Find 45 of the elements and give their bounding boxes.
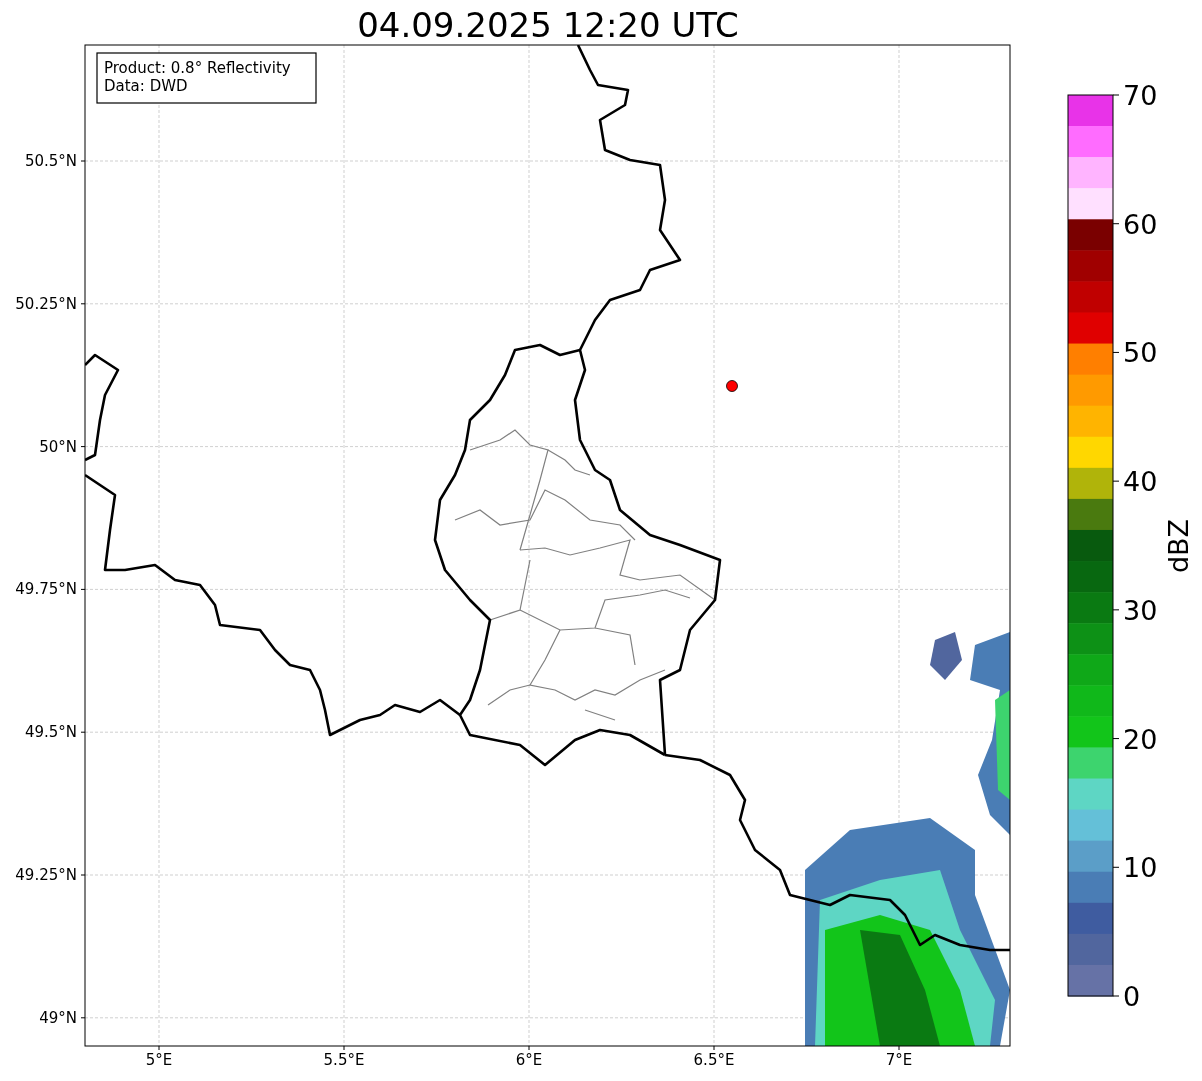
location-marker bbox=[726, 380, 738, 392]
tick-mark bbox=[1112, 995, 1120, 997]
colorbar-tick-label: 70 bbox=[1123, 80, 1158, 111]
colorbar-tick-label: 40 bbox=[1123, 466, 1158, 498]
tick-mark bbox=[80, 303, 86, 305]
tick-label: 6°E bbox=[515, 1051, 543, 1069]
tick-label: 50°N bbox=[39, 437, 77, 456]
tick-mark bbox=[1112, 94, 1120, 96]
tick-label: 49.75°N bbox=[15, 580, 77, 599]
colorbar-label: dBZ bbox=[1163, 518, 1194, 574]
tick-label: 6.5°E bbox=[693, 1051, 735, 1069]
tick-mark bbox=[1112, 223, 1120, 225]
tick-label: 49.25°N bbox=[15, 866, 77, 884]
colorbar-tick-label: 30 bbox=[1123, 594, 1158, 626]
tick-mark bbox=[713, 1045, 715, 1051]
tick-mark bbox=[1112, 738, 1120, 740]
tick-label: 50.5°N bbox=[24, 152, 77, 170]
tick-label: 49°N bbox=[39, 1008, 77, 1027]
info-text: Product: 0.8° Reflectivity bbox=[104, 59, 291, 77]
tick-mark bbox=[1112, 866, 1120, 868]
tick-mark bbox=[80, 160, 86, 162]
tick-label: 7°E bbox=[885, 1051, 913, 1069]
colorbar-tick-label: 10 bbox=[1123, 852, 1158, 884]
tick-label: 49.5°N bbox=[24, 723, 77, 742]
tick-mark bbox=[80, 446, 86, 448]
tick-mark bbox=[1112, 609, 1120, 611]
tick-mark bbox=[158, 1045, 160, 1051]
tick-mark bbox=[1112, 351, 1120, 353]
tick-mark bbox=[80, 588, 86, 590]
tick-mark bbox=[80, 731, 86, 733]
colorbar-tick-label: 0 bbox=[1123, 981, 1141, 1012]
tick-mark bbox=[1112, 480, 1120, 482]
tick-label: 50.25°N bbox=[15, 294, 77, 313]
tick-mark bbox=[343, 1045, 345, 1051]
info-text: Data: DWD bbox=[104, 77, 188, 95]
tick-mark bbox=[80, 874, 86, 876]
tick-mark bbox=[80, 1017, 86, 1019]
colorbar-tick-label: 50 bbox=[1123, 337, 1158, 369]
tick-mark bbox=[528, 1045, 530, 1051]
colorbar-tick-label: 60 bbox=[1123, 208, 1158, 240]
tick-label: 5.5°E bbox=[323, 1051, 365, 1069]
chart-title: 04.09.2025 12:20 UTC bbox=[357, 5, 739, 45]
tick-label: 5°E bbox=[145, 1051, 173, 1069]
colorbar-tick-label: 20 bbox=[1123, 723, 1158, 755]
tick-mark bbox=[898, 1045, 900, 1051]
